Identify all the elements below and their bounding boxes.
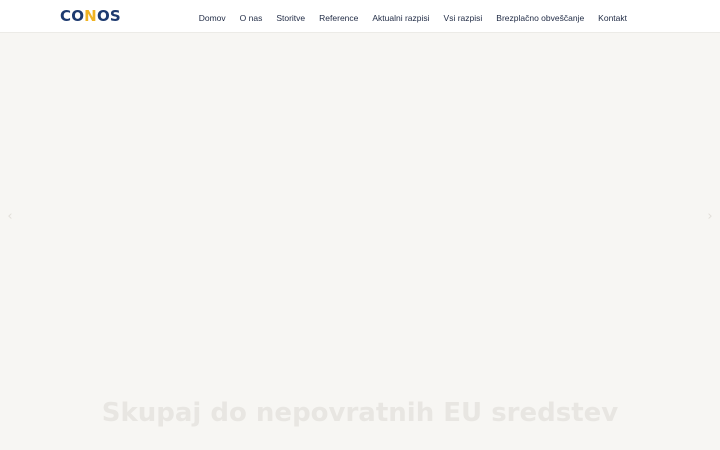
nav-item-reference: Reference xyxy=(319,8,358,26)
nav-link-kontakt[interactable]: Kontakt xyxy=(598,13,627,23)
main-nav: Domov O nas Storitve Reference Aktualni … xyxy=(199,0,627,33)
nav-link-reference[interactable]: Reference xyxy=(319,13,358,23)
nav-item-o-nas: O nas xyxy=(240,8,263,26)
nav-item-kontakt: Kontakt xyxy=(598,8,627,26)
nav-item-vsi-razpisi: Vsi razpisi xyxy=(444,8,483,26)
nav-link-storitve[interactable]: Storitve xyxy=(276,13,305,23)
logo-text-start: CO xyxy=(60,7,85,25)
nav-link-domov[interactable]: Domov xyxy=(199,13,226,23)
hero-slider: ‹ › xyxy=(0,33,720,450)
nav-link-brezplacno-obvescanje[interactable]: Brezplačno obveščanje xyxy=(496,13,584,23)
nav-item-domov: Domov xyxy=(199,8,226,26)
conos-logo[interactable]: CONOS xyxy=(60,7,121,25)
nav-item-storitve: Storitve xyxy=(276,8,305,26)
slider-next-chevron-icon[interactable]: › xyxy=(704,209,716,224)
logo-text-accent: N xyxy=(84,7,97,25)
hero-headline: Skupaj do nepovratnih EU sredstev xyxy=(101,398,619,428)
nav-item-brezplacno-obvescanje: Brezplačno obveščanje xyxy=(496,8,584,26)
slider-prev-chevron-icon[interactable]: ‹ xyxy=(4,209,16,224)
top-navbar: CONOS Domov O nas Storitve Reference Akt… xyxy=(0,0,720,33)
logo-text-end: OS xyxy=(96,7,121,25)
nav-link-o-nas[interactable]: O nas xyxy=(240,13,263,23)
nav-link-vsi-razpisi[interactable]: Vsi razpisi xyxy=(444,13,483,23)
nav-link-aktualni-razpisi[interactable]: Aktualni razpisi xyxy=(372,13,429,23)
nav-item-aktualni-razpisi: Aktualni razpisi xyxy=(372,8,429,26)
